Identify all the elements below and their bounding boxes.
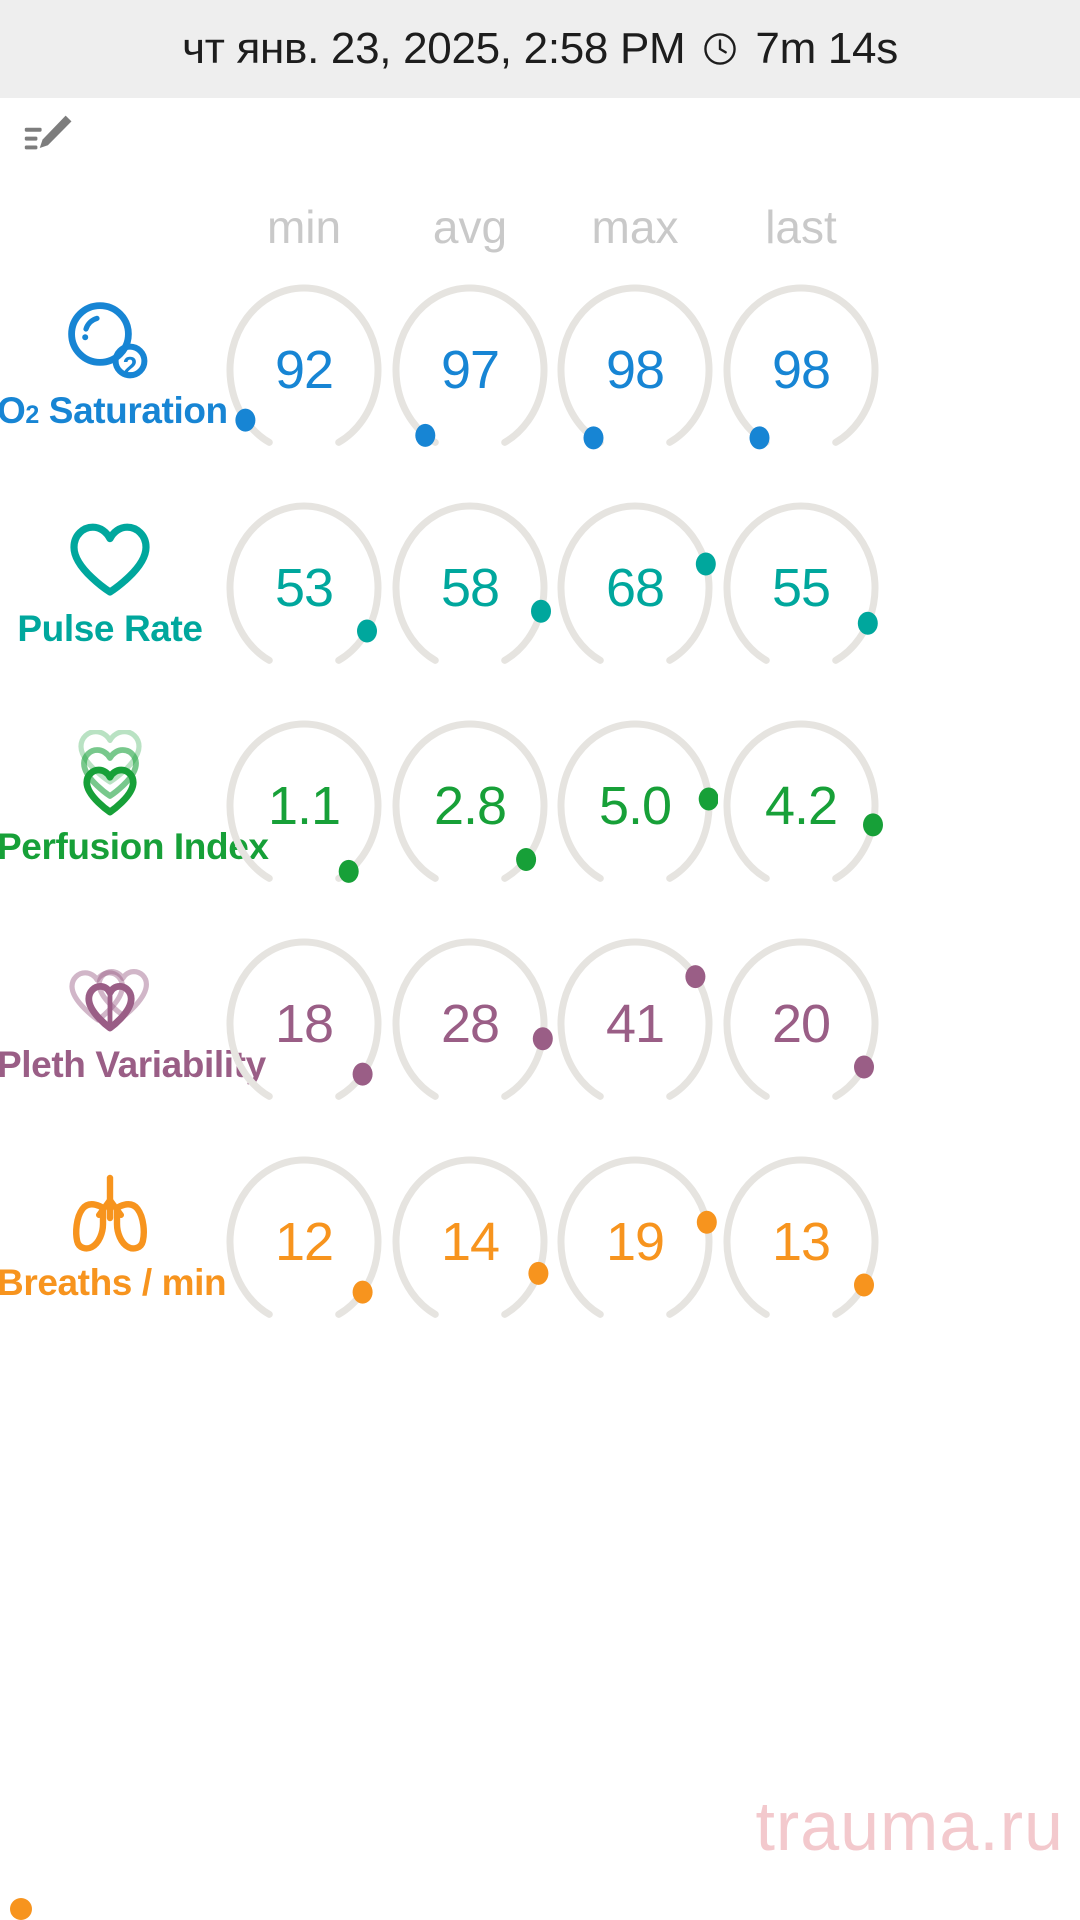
value-rr-last: 13 — [771, 1212, 831, 1272]
value-pi-last: 4.2 — [764, 776, 838, 836]
value-pvi-last: 20 — [771, 994, 831, 1054]
metric-row-pi[interactable]: Perfusion Index 1.1 2.8 5.0 4.2 — [0, 718, 1080, 936]
value-rr-avg: 14 — [440, 1212, 500, 1272]
value-rr-max: 19 — [605, 1212, 665, 1272]
lungs-icon — [62, 1166, 158, 1258]
gauge-pvi-max[interactable]: 41 — [552, 936, 718, 1112]
value-spo2-max: 98 — [605, 340, 665, 400]
gauge-rr-min[interactable]: 12 — [221, 1154, 387, 1330]
gauge-rr-max[interactable]: 19 — [552, 1154, 718, 1330]
gauge-pvi-avg[interactable]: 28 — [387, 936, 553, 1112]
metric-row-spo2[interactable]: 2 O2 Saturation 92 97 98 98 — [0, 282, 1080, 500]
gauge-spo2-avg[interactable]: 97 — [387, 282, 553, 458]
column-header-avg: avg — [432, 201, 508, 253]
value-pulse-min: 53 — [274, 558, 334, 618]
session-duration: 7m 14s — [755, 24, 898, 73]
value-pvi-max: 41 — [605, 994, 665, 1054]
gauge-pulse-max[interactable]: 68 — [552, 500, 718, 676]
value-rr-min: 12 — [274, 1212, 334, 1272]
value-pi-max: 5.0 — [598, 776, 672, 836]
session-header: чт янв. 23, 2025, 2:58 PM 7m 14s — [0, 0, 1080, 98]
value-spo2-avg: 97 — [440, 340, 500, 400]
gauge-pvi-last[interactable]: 20 — [718, 936, 884, 1112]
gauge-pi-min[interactable]: 1.1 — [221, 718, 387, 894]
metric-label-pvi: Pleth Variability — [0, 1044, 266, 1085]
metric-label-pulse: Pulse Rate — [17, 608, 203, 649]
gauge-pi-max[interactable]: 5.0 — [552, 718, 718, 894]
bottom-status-dot — [10, 1898, 32, 1920]
gauge-pulse-min[interactable]: 53 — [221, 500, 387, 676]
gauge-spo2-max[interactable]: 98 — [552, 282, 718, 458]
gauge-pulse-last[interactable]: 55 — [718, 500, 884, 676]
svg-text:2: 2 — [123, 351, 137, 381]
column-header-min: min — [266, 201, 342, 253]
heart-outline-icon — [62, 512, 158, 604]
gauge-pvi-min[interactable]: 18 — [221, 936, 387, 1112]
metric-row-pulse[interactable]: Pulse Rate 53 58 68 55 — [0, 500, 1080, 718]
gauge-rr-last[interactable]: 13 — [718, 1154, 884, 1330]
gauge-pi-avg[interactable]: 2.8 — [387, 718, 553, 894]
value-pi-avg: 2.8 — [433, 776, 507, 836]
value-pvi-avg: 28 — [440, 994, 500, 1054]
gauge-spo2-min[interactable]: 92 — [221, 282, 387, 458]
value-spo2-last: 98 — [771, 340, 831, 400]
oxygen-bubble-icon: 2 — [62, 294, 158, 386]
value-spo2-min: 92 — [274, 340, 334, 400]
watermark: trauma.ru — [755, 1787, 1064, 1865]
gauge-pi-last[interactable]: 4.2 — [718, 718, 884, 894]
metric-label-rr: Breaths / min — [0, 1262, 227, 1303]
metric-label-spo2: O2 Saturation — [0, 390, 228, 431]
column-header-row: min avg max last — [0, 200, 1080, 266]
gauge-rr-avg[interactable]: 14 — [387, 1154, 553, 1330]
vitals-summary-screen: чт янв. 23, 2025, 2:58 PM 7m 14s min avg m… — [0, 0, 1080, 1920]
value-pvi-min: 18 — [274, 994, 334, 1054]
value-pulse-last: 55 — [771, 558, 831, 618]
metric-row-pvi[interactable]: Pleth Variability 18 28 41 20 — [0, 936, 1080, 1154]
gauge-spo2-last[interactable]: 98 — [718, 282, 884, 458]
metric-row-rr[interactable]: Breaths / min 12 14 19 13 — [0, 1154, 1080, 1372]
value-pulse-avg: 58 — [440, 558, 500, 618]
column-header-last: last — [765, 201, 837, 253]
metric-label-pi: Perfusion Index — [0, 826, 269, 867]
edit-note-icon[interactable] — [22, 110, 78, 166]
nested-hearts-icon — [62, 730, 158, 822]
gauge-pulse-avg[interactable]: 58 — [387, 500, 553, 676]
column-header-max: max — [591, 201, 679, 253]
session-datetime: чт янв. 23, 2025, 2:58 PM — [182, 24, 686, 73]
clock-icon — [701, 30, 739, 68]
overlapping-hearts-icon — [62, 948, 158, 1040]
value-pulse-max: 68 — [605, 558, 665, 618]
value-pi-min: 1.1 — [267, 776, 341, 836]
